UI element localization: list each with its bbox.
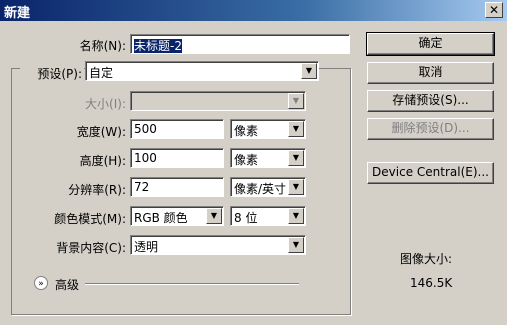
image-size-value: 146.5K — [410, 276, 453, 290]
width-value: 500 — [134, 122, 157, 136]
device-central-button[interactable]: Device Central(E)... — [367, 162, 494, 184]
width-input[interactable]: 500 — [130, 119, 224, 139]
cancel-button[interactable]: 取消 — [367, 62, 494, 84]
window-title: 新建 — [4, 6, 31, 21]
size-select[interactable]: ▼ — [130, 91, 306, 111]
delete-preset-button[interactable]: 删除预设(D)... — [367, 118, 494, 140]
height-unit: 像素 — [234, 153, 259, 167]
expand-chevrons-icon[interactable]: » — [34, 276, 48, 290]
ok-button[interactable]: 确定 — [366, 32, 495, 56]
color-mode-value: RGB 颜色 — [134, 211, 188, 225]
advanced-label: 高级 — [55, 278, 80, 292]
bit-depth-select[interactable]: 8 位 ▼ — [230, 206, 306, 226]
resolution-unit: 像素/英寸 — [234, 182, 287, 196]
background-value: 透明 — [134, 240, 159, 254]
resolution-value: 72 — [134, 180, 150, 194]
background-label: 背景内容(C): — [56, 241, 126, 255]
resolution-input[interactable]: 72 — [130, 177, 224, 197]
height-input[interactable]: 100 — [130, 148, 224, 168]
height-unit-select[interactable]: 像素 ▼ — [230, 148, 306, 168]
color-mode-label: 颜色模式(M): — [54, 212, 126, 226]
chevron-down-icon[interactable]: ▼ — [288, 150, 304, 166]
width-unit: 像素 — [234, 124, 259, 138]
name-input[interactable]: 未标题-2 — [130, 34, 350, 54]
chevron-down-icon[interactable]: ▼ — [288, 93, 304, 109]
bit-depth-value: 8 位 — [234, 211, 258, 225]
size-label: 大小(I): — [85, 97, 126, 111]
image-size-label: 图像大小: — [400, 252, 453, 266]
name-value: 未标题-2 — [134, 39, 182, 53]
chevron-down-icon[interactable]: ▼ — [288, 208, 304, 224]
color-mode-select[interactable]: RGB 颜色 ▼ — [130, 206, 224, 226]
resolution-label: 分辨率(R): — [68, 183, 126, 197]
resolution-unit-select[interactable]: 像素/英寸 ▼ — [230, 177, 306, 197]
chevron-down-icon[interactable]: ▼ — [288, 179, 304, 195]
preset-select[interactable]: 自定 ▼ — [85, 61, 319, 81]
height-label: 高度(H): — [79, 154, 126, 168]
background-select[interactable]: 透明 ▼ — [130, 235, 306, 255]
chevron-down-icon[interactable]: ▼ — [301, 63, 317, 79]
new-document-dialog: 新建 ✕ 名称(N): 未标题-2 预设(P): 自定 ▼ 大小(I): ▼ 宽… — [0, 0, 507, 325]
chevron-down-icon[interactable]: ▼ — [288, 121, 304, 137]
preset-value: 自定 — [89, 66, 114, 80]
close-button[interactable]: ✕ — [485, 2, 503, 18]
preset-label: 预设(P): — [20, 65, 84, 82]
height-value: 100 — [134, 151, 157, 165]
chevron-down-icon[interactable]: ▼ — [206, 208, 222, 224]
chevron-down-icon[interactable]: ▼ — [288, 237, 304, 253]
title-bar[interactable]: 新建 ✕ — [0, 0, 507, 21]
save-preset-button[interactable]: 存储预设(S)... — [367, 90, 494, 112]
advanced-divider — [85, 283, 299, 285]
close-icon: ✕ — [488, 3, 500, 17]
width-label: 宽度(W): — [76, 125, 126, 139]
name-label: 名称(N): — [79, 39, 126, 53]
width-unit-select[interactable]: 像素 ▼ — [230, 119, 306, 139]
